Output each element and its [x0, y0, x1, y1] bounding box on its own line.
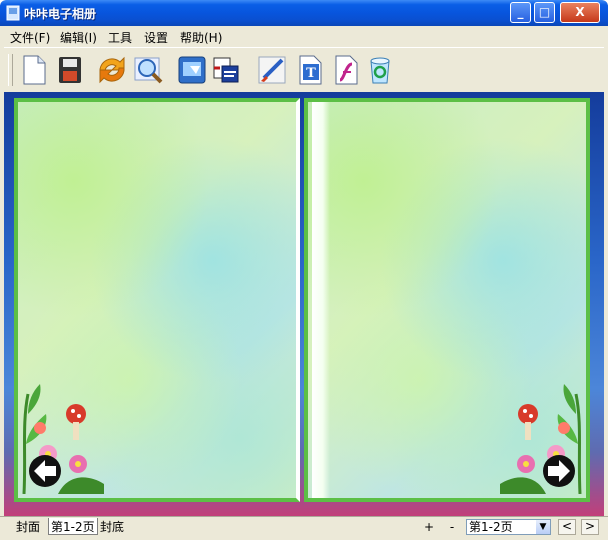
toolbar-grip[interactable] — [8, 54, 13, 86]
menu-file[interactable]: 文件(F) — [10, 29, 50, 46]
maximize-button[interactable]: □ — [534, 2, 555, 23]
bottom-bar: 封面 第1-2页 封底 + - 第1-2页 ▼ < > — [0, 516, 608, 540]
maximize-icon: □ — [538, 5, 551, 19]
new-document-icon[interactable] — [18, 54, 50, 86]
save-disk-icon[interactable] — [54, 54, 86, 86]
close-button[interactable]: X — [560, 2, 600, 23]
minimize-button[interactable]: _ — [510, 2, 531, 23]
text-tool-icon[interactable]: T — [294, 54, 326, 86]
prev-page-button[interactable]: < — [558, 519, 576, 535]
page-select[interactable]: 第1-2页 ▼ — [466, 519, 551, 535]
refresh-arrows-icon[interactable] — [96, 54, 128, 86]
album-page-left[interactable] — [14, 98, 300, 502]
tab-pages-1-2[interactable]: 第1-2页 — [48, 518, 98, 535]
tab-cover[interactable]: 封面 — [14, 518, 42, 534]
next-page-button[interactable]: > — [581, 519, 599, 535]
chevron-down-icon[interactable]: ▼ — [536, 520, 550, 534]
album-app-icon — [6, 5, 20, 21]
zoom-magnifier-icon[interactable] — [132, 54, 164, 86]
menu-tools[interactable]: 工具 — [108, 29, 132, 46]
toolbar: T — [4, 47, 604, 93]
app-window: 咔咔电子相册 _ □ X 文件(F) 编辑(I) 工具 设置 帮助(H) T 封… — [0, 0, 608, 540]
menu-edit[interactable]: 编辑(I) — [60, 29, 97, 46]
prev-page-arrow-icon[interactable] — [28, 454, 62, 488]
page-select-value: 第1-2页 — [469, 520, 513, 534]
title-bar[interactable]: 咔咔电子相册 _ □ X — [0, 0, 608, 26]
tab-back-cover[interactable]: 封底 — [98, 518, 126, 534]
svg-text:T: T — [306, 66, 316, 81]
zoom-out-button[interactable]: - — [443, 519, 461, 535]
recycle-bin-icon[interactable] — [364, 54, 396, 86]
screen-capture-icon[interactable] — [176, 54, 208, 86]
menu-settings[interactable]: 设置 — [144, 29, 168, 46]
paint-brush-icon[interactable] — [256, 54, 288, 86]
minimize-icon: _ — [517, 5, 524, 19]
album-page-right[interactable] — [304, 98, 590, 502]
page-spine-highlight — [312, 102, 330, 498]
album-view — [4, 92, 604, 516]
export-icon[interactable] — [210, 54, 242, 86]
window-title: 咔咔电子相册 — [24, 7, 97, 21]
close-icon: X — [575, 5, 585, 19]
next-page-arrow-icon[interactable] — [542, 454, 576, 488]
menu-bar: 文件(F) 编辑(I) 工具 设置 帮助(H) — [4, 26, 604, 46]
flash-icon[interactable] — [330, 54, 362, 86]
zoom-in-button[interactable]: + — [420, 519, 438, 535]
menu-help[interactable]: 帮助(H) — [180, 29, 222, 46]
